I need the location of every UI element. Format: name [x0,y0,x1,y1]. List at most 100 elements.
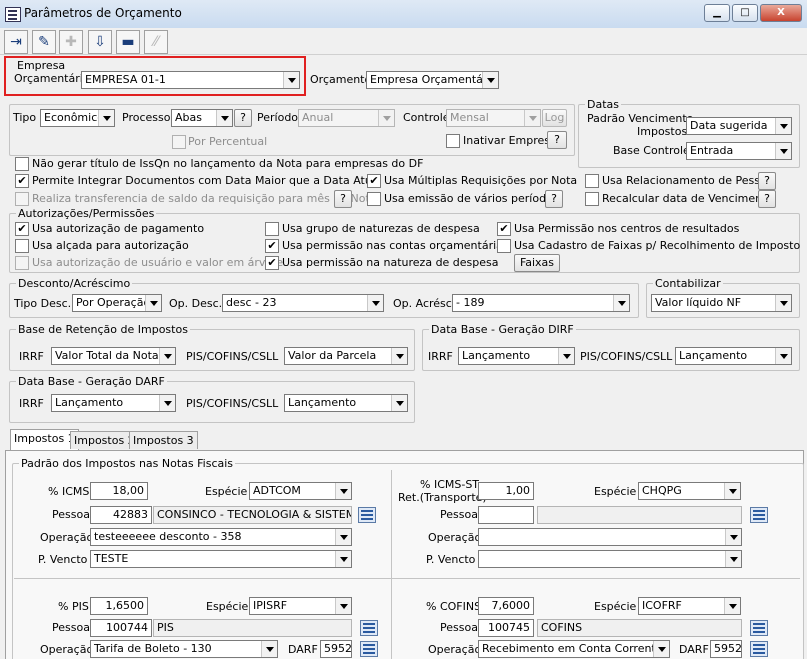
retencao-pis-select[interactable]: Valor da Parcela [284,347,408,365]
darf-pis-select[interactable]: Lançamento [284,394,408,412]
cofins-pessoa-code[interactable]: 100745 [478,619,534,637]
permissao-centros-checkbox[interactable]: ✔ [497,222,511,236]
highlight-box [4,56,306,96]
multiplas-requisicoes-checkbox[interactable]: ✔ [367,174,381,188]
icmsst-pct-input[interactable]: 1,00 [478,482,534,500]
varios-help-button[interactable]: ? [545,190,563,208]
icms-pct-input[interactable]: 18,00 [90,482,148,500]
inativar-label: Inativar Empresa [463,134,557,147]
base-controle-select[interactable]: Entrada [686,142,792,160]
retencao-irrf-select[interactable]: Valor Total da Nota [51,347,176,365]
icmsst-pessoa-code[interactable] [478,506,534,524]
permite-integrar-checkbox[interactable]: ✔ [15,174,29,188]
icmsst-pessoa-lookup-icon[interactable] [750,507,768,523]
window-title: Parâmetros de Orçamento [24,6,182,20]
por-percentual-checkbox[interactable] [172,135,186,149]
grupo-naturezas-checkbox[interactable] [265,222,279,236]
icms-pessoa-code[interactable]: 42883 [90,506,152,524]
autorizacao-arvore-checkbox[interactable] [15,256,29,270]
permissao-natureza-checkbox[interactable]: ✔ [265,256,279,270]
orcamento-select[interactable]: Empresa Orçamentária [366,71,499,89]
realiza-help-button[interactable]: ? [334,190,352,208]
cadastro-faixas-checkbox[interactable] [497,239,511,253]
inativar-help-button[interactable]: ? [547,131,567,149]
pis-pessoa-code[interactable]: 100744 [90,619,152,637]
pis-pessoa-lookup-icon[interactable] [360,620,378,636]
autorizacao-pagamento-checkbox[interactable]: ✔ [15,222,29,236]
base-controle-label: Base Controle [613,144,690,157]
cofins-pct-input[interactable]: 7,6000 [478,597,534,615]
close-button[interactable]: X [760,4,802,22]
permissao-contas-label: Usa permissão nas contas orçamentárias [282,239,509,252]
pis-pct-label: % PIS [58,600,89,613]
faixas-button[interactable]: Faixas [514,254,560,272]
dirf-pis-select[interactable]: Lançamento [675,347,792,365]
processo-help-button[interactable]: ? [234,109,252,127]
tab-impostos-1[interactable]: Impostos 1 [10,429,79,450]
log-button[interactable]: Log [542,109,567,127]
toolbar: ⇥ ✎ ✚ ⇩ ▬ ⁄⁄ [0,28,807,55]
delete-icon[interactable]: ▬ [116,30,140,54]
icms-especie-select[interactable]: ADTCOM [249,482,352,500]
op-desc-select[interactable]: desc - 23 [222,294,384,312]
cofins-darf-input[interactable]: 5952 [710,640,742,658]
pis-darf-lookup-icon[interactable] [360,641,378,657]
nao-gerar-checkbox[interactable] [15,157,29,171]
recalcular-checkbox[interactable] [585,192,599,206]
cofins-pessoa-name: COFINS [537,619,742,637]
cofins-darf-label: DARF [679,643,709,656]
processo-label: Processo [122,111,171,124]
recalcular-help-button[interactable]: ? [758,190,776,208]
permissao-contas-checkbox[interactable]: ✔ [265,239,279,253]
op-acresc-select[interactable]: - 189 [452,294,630,312]
icmsst-pvencto-label: P. Vencto [426,553,476,566]
icms-pvencto-select[interactable]: TESTE [90,550,352,568]
padrao-vencimento-select[interactable]: Data sugerida [686,117,792,135]
periodo-select[interactable]: Anual [298,109,395,127]
pis-operacao-select[interactable]: Tarifa de Boleto - 130 [90,640,278,658]
icms-operacao-label: Operação [40,531,94,544]
cofins-operacao-select[interactable]: Recebimento em Conta Corrente - 5 [478,640,670,658]
tipo-select[interactable]: Econômico [40,109,115,127]
cofins-especie-select[interactable]: ICOFRF [638,597,741,615]
dirf-irrf-label: IRRF [428,350,453,363]
recalcular-label: Recalcular data de Vencimento [602,192,774,205]
inativar-checkbox[interactable] [446,134,460,148]
cofins-darf-lookup-icon[interactable] [750,641,768,657]
icmsst-operacao-select[interactable] [478,528,742,546]
minimize-button[interactable]: ▁ [704,4,730,22]
autorizacoes-legend: Autorizações/Permissões [16,207,157,220]
pis-especie-select[interactable]: IPISRF [249,597,352,615]
save-icon[interactable]: ⇩ [88,30,112,54]
tipo-desc-label: Tipo Desc. [14,297,72,310]
tipo-desc-select[interactable]: Por Operação [72,294,162,312]
dirf-irrf-select[interactable]: Lançamento [458,347,575,365]
controle-select[interactable]: Mensal [446,109,541,127]
pis-pct-input[interactable]: 1,6500 [90,597,148,615]
icms-pessoa-lookup-icon[interactable] [358,507,376,523]
varios-periodos-checkbox[interactable] [367,192,381,206]
darf-irrf-select[interactable]: Lançamento [51,394,176,412]
icmsst-pessoa-label: Pessoa [440,508,478,521]
processo-select[interactable]: Abas [171,109,233,127]
nao-gerar-label: Não gerar título de IssQn no lançamento … [32,157,424,170]
icms-pessoa-name: CONSINCO - TECNOLOGIA & SISTEMA [153,506,352,524]
add-icon[interactable]: ✚ [59,30,83,54]
padrao-vencimento-label: Padrão Vencimento [587,112,694,125]
exit-icon[interactable]: ⇥ [4,30,28,54]
maximize-button[interactable]: □ [732,4,758,22]
cofins-pct-label: % COFINS [426,600,482,613]
realiza-transferencia-checkbox[interactable] [15,192,29,206]
icmsst-especie-select[interactable]: CHQPG [638,482,741,500]
cancel-icon[interactable]: ⁄⁄ [144,30,168,54]
pis-darf-input[interactable]: 5952 [320,640,352,658]
edit-icon[interactable]: ✎ [32,30,56,54]
contabilizar-select[interactable]: Valor líquido NF [651,294,792,312]
cofins-pessoa-lookup-icon[interactable] [750,620,768,636]
alcada-checkbox[interactable] [15,239,29,253]
icms-operacao-select[interactable]: testeeeeee desconto - 358 [90,528,352,546]
tab-impostos-3[interactable]: Impostos 3 [129,431,198,449]
relacionamento-checkbox[interactable] [585,174,599,188]
icmsst-pvencto-select[interactable] [478,550,742,568]
relacionamento-help-button[interactable]: ? [758,172,776,190]
